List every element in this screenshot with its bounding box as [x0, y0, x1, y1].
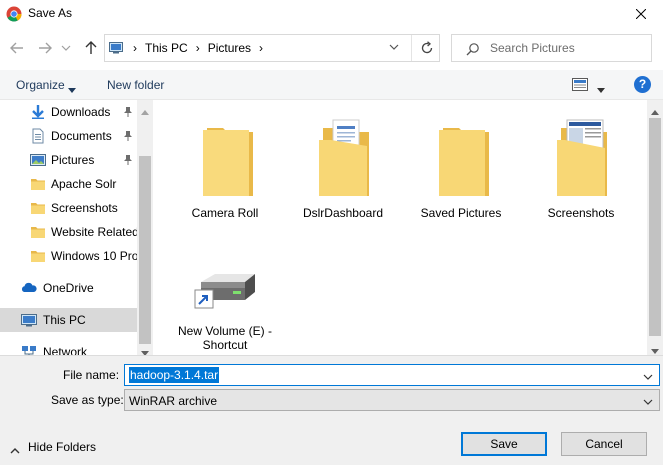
toolbar: Organize New folder ? [0, 70, 663, 100]
sidebar-item-windows-10-pro[interactable]: Windows 10 Pro [0, 244, 138, 268]
file-list[interactable]: Camera Roll DslrDashboard Saved Pictures [153, 100, 647, 355]
new-folder-button[interactable]: New folder [107, 78, 164, 92]
breadcrumb-separator-icon[interactable]: › [196, 41, 200, 55]
folder-icon [439, 128, 489, 196]
scroll-up-icon[interactable] [651, 104, 659, 118]
scrollbar-thumb[interactable] [139, 156, 151, 344]
file-name-dropdown[interactable] [643, 371, 653, 385]
content-scrollbar[interactable] [647, 100, 663, 355]
arrow-right-icon [39, 42, 52, 54]
chevron-down-icon [643, 399, 653, 405]
cancel-button[interactable]: Cancel [561, 432, 647, 456]
help-button[interactable]: ? [634, 76, 651, 93]
breadcrumb-separator-icon[interactable]: › [259, 41, 263, 55]
pictures-icon [30, 152, 46, 168]
file-name-label: File name: [63, 368, 120, 382]
save-button[interactable]: Save [461, 432, 547, 456]
sidebar-item-apache-solr[interactable]: Apache Solr [0, 172, 137, 196]
arrow-left-icon [10, 42, 23, 54]
navigation-pane[interactable]: Downloads Documents Pictures Apache Solr [0, 100, 153, 355]
chevron-up-icon [10, 443, 20, 457]
address-history-button[interactable] [389, 41, 399, 56]
file-item-saved-pictures[interactable]: Saved Pictures [411, 100, 511, 220]
folder-icon [30, 176, 46, 192]
refresh-button[interactable] [411, 35, 441, 61]
close-icon [636, 9, 646, 19]
forward-button[interactable] [34, 38, 56, 58]
up-button[interactable] [80, 38, 102, 58]
breadcrumb-separator-icon[interactable]: › [133, 41, 137, 55]
search-box[interactable] [451, 34, 652, 62]
pin-icon[interactable] [123, 154, 133, 169]
sidebar-item-screenshots[interactable]: Screenshots [0, 196, 137, 220]
caret-down-icon[interactable] [597, 82, 605, 96]
sidebar-scrollbar[interactable] [137, 100, 153, 356]
sidebar-item-downloads[interactable]: Downloads [0, 100, 137, 124]
folder-with-screenshots-icon [557, 119, 607, 196]
title-bar: Save As [0, 0, 663, 28]
file-name-value[interactable]: hadoop-3.1.4.tar [129, 367, 220, 383]
file-name-field[interactable]: hadoop-3.1.4.tar [124, 364, 660, 386]
save-type-select[interactable]: WinRAR archive [124, 389, 660, 411]
scroll-up-icon[interactable] [141, 104, 149, 118]
folder-with-documents-icon [319, 119, 369, 196]
recent-locations-button[interactable] [58, 38, 72, 58]
pin-icon[interactable] [123, 130, 133, 145]
chevron-down-icon [389, 44, 399, 50]
sidebar-item-this-pc[interactable]: This PC [0, 308, 137, 332]
breadcrumb-pictures[interactable]: Pictures [208, 41, 251, 55]
sidebar-item-onedrive[interactable]: OneDrive [0, 276, 137, 300]
chrome-icon [6, 6, 22, 22]
close-button[interactable] [620, 0, 663, 28]
pin-icon[interactable] [123, 106, 133, 121]
folder-icon [30, 200, 46, 216]
sidebar-item-documents[interactable]: Documents [0, 124, 137, 148]
back-button[interactable] [6, 38, 28, 58]
cloud-icon [21, 280, 37, 296]
view-options-button[interactable] [572, 78, 588, 94]
save-type-dropdown[interactable] [643, 396, 653, 410]
folder-icon [203, 128, 253, 196]
drive-shortcut-icon [194, 274, 255, 309]
search-icon [466, 43, 479, 56]
file-item-camera-roll[interactable]: Camera Roll [175, 100, 275, 220]
breadcrumb-this-pc[interactable]: This PC [145, 41, 188, 55]
refresh-icon [421, 41, 433, 54]
view-icon [572, 78, 588, 91]
address-bar[interactable]: › This PC › Pictures › [104, 34, 440, 62]
sidebar-item-pictures[interactable]: Pictures [0, 148, 137, 172]
network-icon [21, 344, 37, 355]
chevron-down-icon [643, 374, 653, 380]
organize-button[interactable]: Organize [16, 78, 65, 92]
folder-icon [30, 248, 46, 264]
arrow-up-icon [85, 41, 97, 54]
file-item-new-volume-shortcut[interactable]: New Volume (E) - Shortcut [175, 220, 275, 352]
search-input[interactable] [488, 39, 648, 57]
sidebar-item-website-related[interactable]: Website Related [0, 220, 139, 244]
folder-icon [30, 224, 46, 240]
caret-down-icon[interactable] [68, 82, 76, 96]
sidebar-item-network[interactable]: Network [0, 340, 137, 355]
save-type-label: Save as type: [51, 393, 124, 407]
save-type-value: WinRAR archive [129, 394, 218, 408]
file-item-screenshots[interactable]: Screenshots [531, 100, 631, 220]
help-icon: ? [638, 77, 647, 91]
computer-icon [109, 42, 123, 57]
documents-icon [30, 128, 46, 144]
chevron-down-icon [61, 45, 71, 51]
scrollbar-thumb[interactable] [649, 118, 661, 336]
download-arrow-icon [30, 104, 46, 120]
computer-icon [21, 312, 37, 328]
save-form: File name: hadoop-3.1.4.tar Save as type… [0, 355, 663, 465]
breadcrumb: › This PC › Pictures › [125, 41, 271, 55]
window-title: Save As [28, 6, 73, 20]
file-item-dslrdashboard[interactable]: DslrDashboard [293, 100, 393, 220]
